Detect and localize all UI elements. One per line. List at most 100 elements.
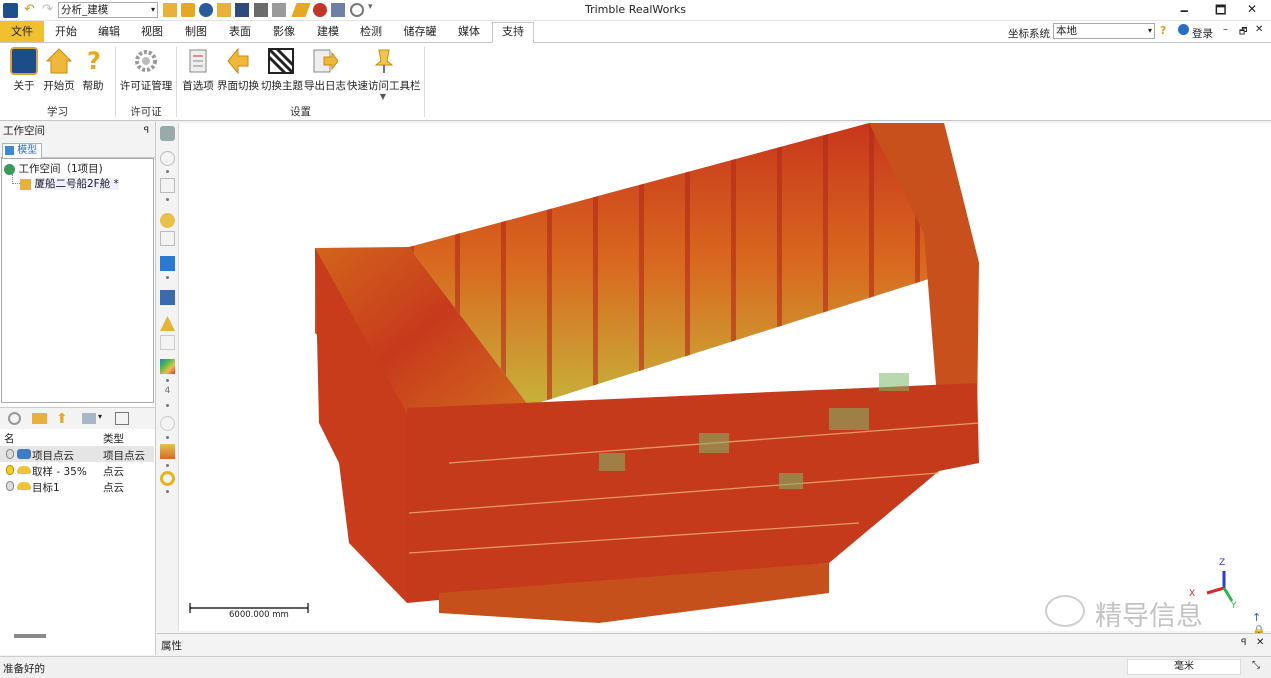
point-cloud-render[interactable]: [179, 123, 1271, 631]
close-button[interactable]: ✕: [1247, 2, 1257, 16]
tab-edit[interactable]: 编辑: [88, 23, 130, 42]
view-options-icon[interactable]: [82, 413, 96, 424]
group-license-label: 许可证: [130, 106, 162, 118]
about-button[interactable]: 关于: [9, 47, 39, 93]
folder-icon[interactable]: [32, 413, 47, 424]
horizontal-scrollbar[interactable]: [14, 634, 46, 638]
target-icon[interactable]: [160, 471, 175, 486]
forbidden-icon[interactable]: [350, 3, 364, 17]
workspace-combo[interactable]: 分析_建模 ▾: [58, 2, 158, 18]
target-icon[interactable]: [313, 3, 327, 17]
tab-image[interactable]: 影像: [262, 23, 306, 42]
resize-grip-icon[interactable]: ⤡: [1252, 660, 1260, 671]
tab-modeling[interactable]: 建模: [306, 23, 350, 42]
list-row[interactable]: 取样 - 35% 点云: [0, 462, 154, 478]
edit-icon[interactable]: [331, 3, 345, 17]
unit-selector[interactable]: 毫米: [1127, 659, 1241, 675]
customize-qat-icon[interactable]: ▾: [368, 2, 373, 12]
start-page-button[interactable]: 开始页: [42, 47, 76, 93]
tab-surface[interactable]: 表面: [218, 23, 262, 42]
cloud-icon: [17, 466, 31, 474]
coord-system-select[interactable]: 本地 ▾: [1053, 23, 1155, 39]
export-log-label: 导出日志: [304, 80, 346, 92]
open-folder-icon[interactable]: [163, 3, 177, 17]
ribbon-close-icon[interactable]: ✕: [1255, 24, 1263, 35]
export-icon[interactable]: [115, 412, 129, 425]
light-icon[interactable]: [160, 416, 175, 431]
tab-file[interactable]: 文件: [0, 21, 44, 42]
help-icon[interactable]: ?: [1160, 24, 1166, 37]
save-as-icon[interactable]: [254, 3, 268, 17]
zoom-area-icon[interactable]: [160, 231, 175, 246]
project-cloud-icon: [17, 449, 31, 459]
pin-panel-icon[interactable]: ꟼ: [1241, 638, 1246, 648]
maximize-button[interactable]: 🗖: [1215, 1, 1226, 22]
tab-model[interactable]: 模型: [2, 143, 42, 158]
tab-drafting[interactable]: 制图: [174, 23, 218, 42]
tab-view[interactable]: 视图: [130, 23, 174, 42]
close-panel-icon[interactable]: ✕: [1256, 637, 1264, 648]
display-icon[interactable]: [160, 256, 175, 271]
group-learning-label: 学习: [47, 106, 68, 118]
app-icon[interactable]: [3, 3, 18, 18]
switch-theme-button[interactable]: 切换主题: [261, 47, 303, 93]
tab-start[interactable]: 开始: [44, 23, 88, 42]
zoom-icon[interactable]: [8, 412, 21, 425]
bulb-off-icon[interactable]: [6, 449, 14, 459]
home-view-icon[interactable]: [160, 151, 175, 166]
preferences-icon: [184, 47, 212, 75]
row-name: 取样 - 35%: [32, 466, 87, 478]
tree-root-label: 工作空间（1项目): [18, 163, 103, 175]
camera-icon[interactable]: [160, 126, 175, 141]
globe-icon[interactable]: [199, 3, 213, 17]
license-manager-button[interactable]: 许可证管理: [119, 47, 173, 93]
front-face: [407, 383, 979, 603]
ribbon-restore-icon[interactable]: 🗗: [1239, 24, 1247, 40]
ribbon: 关于 开始页 ? 帮助 学习 许可证管理 许可证 首选项 界面切换 切换主题 导…: [0, 42, 1271, 121]
switch-ui-button[interactable]: 界面切换: [217, 47, 259, 93]
more-dot: [166, 276, 169, 279]
search-icon[interactable]: [181, 3, 195, 17]
redo-icon[interactable]: ↷: [42, 2, 53, 17]
bulb-on-icon[interactable]: [6, 465, 14, 475]
ribbon-minimize-icon[interactable]: –: [1223, 24, 1228, 35]
export-log-button[interactable]: 导出日志: [304, 47, 346, 93]
status-bar: 准备好的 毫米 ⤡: [0, 656, 1271, 678]
minimize-button[interactable]: 🗕: [1180, 1, 1189, 22]
list-row[interactable]: 目标1 点云: [0, 478, 154, 494]
fit-view-icon[interactable]: [160, 178, 175, 193]
list-icon[interactable]: [160, 335, 175, 350]
image-icon[interactable]: [160, 444, 175, 459]
zoom-in-icon[interactable]: [160, 213, 175, 228]
switch-ui-icon: [224, 47, 252, 75]
quick-access-toolbar-button[interactable]: 快速访问工具栏 ▼: [347, 47, 421, 101]
more-dot: [166, 170, 169, 173]
stack-icon[interactable]: 4: [160, 386, 175, 401]
chevron-down-icon[interactable]: ▾: [98, 412, 102, 421]
tab-support[interactable]: 支持: [492, 22, 534, 43]
save-icon[interactable]: [235, 3, 249, 17]
col-type-header[interactable]: 类型: [103, 431, 124, 446]
tab-storage-tank[interactable]: 储存罐: [392, 23, 448, 42]
workspace-tree: 工作空间（1项目) 厦船二号船2F舱 *: [1, 158, 154, 403]
tab-inspection[interactable]: 检测: [350, 23, 392, 42]
tab-media[interactable]: 媒体: [448, 23, 490, 42]
color-map-icon[interactable]: [160, 359, 175, 374]
pin-panel-icon[interactable]: ꟼ: [144, 122, 149, 140]
reload-folder-icon[interactable]: [217, 3, 231, 17]
preferences-button[interactable]: 首选项: [181, 47, 215, 93]
render-mode-icon[interactable]: [160, 290, 175, 305]
login-link[interactable]: 登录: [1192, 26, 1213, 41]
bulb-off-icon[interactable]: [6, 481, 14, 491]
close-project-icon[interactable]: [272, 3, 286, 17]
warning-icon[interactable]: [160, 316, 175, 331]
up-arrow-icon[interactable]: ⬆: [56, 411, 68, 427]
3d-viewport[interactable]: 6000.000 mm Z X Y 精导信息 ↑🔒: [179, 123, 1271, 637]
col-name-header[interactable]: 名: [4, 431, 15, 446]
list-row[interactable]: 项目点云 项目点云: [0, 446, 154, 462]
undo-icon[interactable]: ↶: [24, 2, 35, 17]
help-button[interactable]: ? 帮助: [80, 47, 106, 93]
chevron-down-icon: ▾: [1147, 26, 1152, 35]
measure-icon[interactable]: [291, 3, 311, 17]
tree-project[interactable]: 厦船二号船2F舱 *: [20, 176, 119, 191]
